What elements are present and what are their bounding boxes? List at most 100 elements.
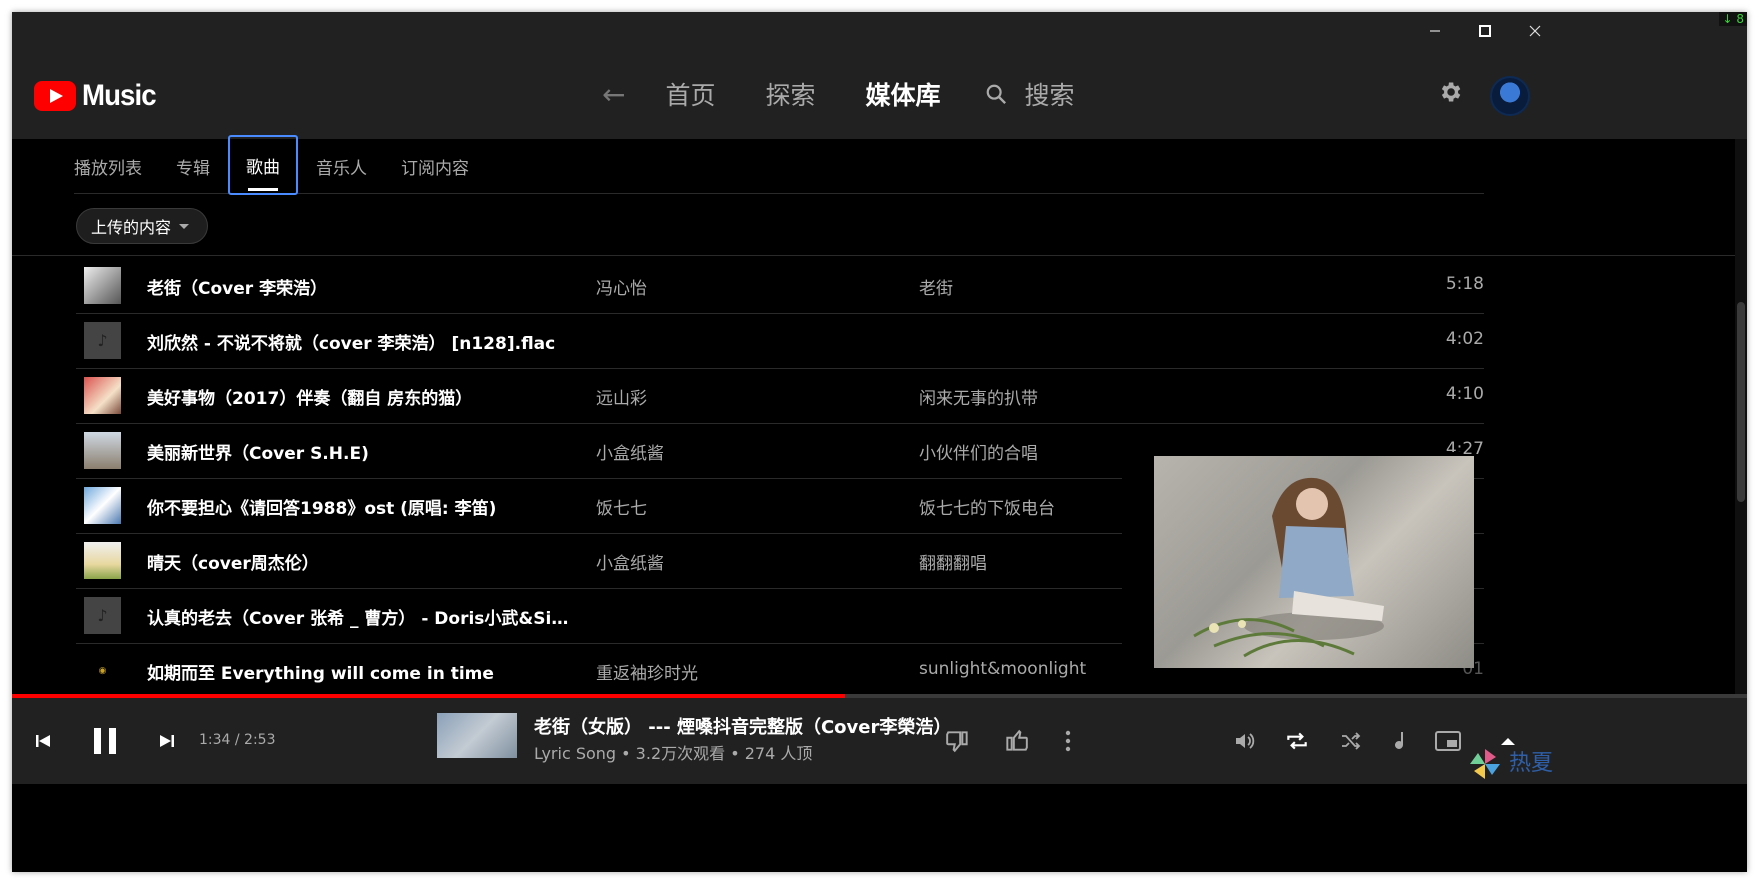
more-vert-icon bbox=[1065, 730, 1071, 752]
song-thumbnail bbox=[84, 487, 121, 524]
song-duration: 5:18 bbox=[1445, 274, 1484, 294]
play-logo-icon bbox=[34, 81, 76, 111]
song-title[interactable]: 认真的老去（Cover 张希 _ 曹方） - Doris小武&Sis晴... bbox=[147, 604, 577, 629]
music-note-icon: ♪ bbox=[84, 322, 121, 359]
song-thumbnail: ◉ bbox=[84, 652, 121, 689]
song-album[interactable]: 饭七七的下饭电台 bbox=[919, 494, 1055, 519]
song-thumbnail bbox=[84, 542, 121, 579]
avatar[interactable] bbox=[1490, 76, 1530, 116]
minimize-button[interactable] bbox=[1412, 12, 1458, 49]
song-row[interactable]: 老街（Cover 李荣浩） 冯心怡 老街 5:18 bbox=[76, 259, 1484, 314]
video-frame bbox=[1154, 456, 1474, 668]
chevron-down-icon bbox=[179, 224, 189, 229]
song-title[interactable]: 老街（Cover 李荣浩） bbox=[147, 274, 327, 299]
song-artist[interactable]: 小盒纸酱 bbox=[596, 439, 664, 464]
mini-player[interactable] bbox=[1122, 452, 1474, 682]
song-album[interactable]: 翻翻翻唱 bbox=[919, 549, 987, 574]
nav-links: ← 首页 探索 媒体库 搜索 bbox=[602, 74, 1125, 114]
song-title[interactable]: 如期而至 Everything will come in time bbox=[147, 659, 494, 684]
previous-button[interactable] bbox=[28, 698, 58, 784]
music-note-icon bbox=[1395, 732, 1403, 749]
tab-albums[interactable]: 专辑 bbox=[176, 139, 210, 193]
thumbs-down-icon bbox=[946, 731, 968, 753]
song-thumbnail bbox=[84, 377, 121, 414]
pinwheel-logo-icon bbox=[1470, 749, 1500, 779]
shuffle-button[interactable] bbox=[1336, 698, 1366, 784]
skip-next-icon bbox=[160, 735, 174, 747]
like-button[interactable] bbox=[1000, 698, 1032, 784]
now-playing-subtitle[interactable]: Lyric Song • 3.2万次观看 • 274 人顶 bbox=[534, 740, 812, 764]
library-tabs: 播放列表 专辑 歌曲 音乐人 订阅内容 bbox=[74, 135, 1484, 195]
skip-previous-icon bbox=[36, 735, 50, 747]
title-bar: ↓ 8 bbox=[12, 12, 1747, 49]
lyrics-button[interactable] bbox=[1386, 698, 1416, 784]
miniplayer-button[interactable] bbox=[1432, 698, 1464, 784]
watermark-text: 热夏 bbox=[1509, 751, 1554, 776]
time-display: 1:34 / 2:53 bbox=[199, 732, 276, 748]
next-button[interactable] bbox=[152, 698, 182, 784]
youtube-music-logo[interactable]: Music bbox=[34, 79, 162, 113]
maximize-button[interactable] bbox=[1462, 12, 1508, 49]
pause-icon bbox=[94, 728, 116, 754]
repeat-icon bbox=[1287, 732, 1307, 750]
gear-icon[interactable] bbox=[1437, 79, 1463, 105]
now-playing-title[interactable]: 老街（女版） --- 煙嗓抖音完整版（Cover李榮浩） bbox=[534, 713, 951, 739]
maximize-icon bbox=[1479, 24, 1491, 37]
app-window: ↓ 8 Music ← 首页 探索 媒体库 搜索 播放列表 专辑 歌曲 音乐人 … bbox=[12, 12, 1747, 872]
volume-button[interactable] bbox=[1230, 698, 1260, 784]
song-duration: 4:02 bbox=[1445, 329, 1484, 349]
thumbs-up-icon bbox=[1006, 729, 1028, 751]
nav-library[interactable]: 媒体库 bbox=[866, 76, 941, 112]
nav-explore[interactable]: 探索 bbox=[765, 76, 815, 112]
tab-playlists[interactable]: 播放列表 bbox=[74, 139, 142, 193]
watermark: 热夏 bbox=[1468, 745, 1553, 781]
tab-underline bbox=[248, 188, 278, 191]
song-album[interactable]: 小伙伴们的合唱 bbox=[919, 439, 1038, 464]
uploads-filter-chip[interactable]: 上传的内容 bbox=[76, 208, 208, 244]
tab-songs[interactable]: 歌曲 bbox=[228, 135, 298, 195]
scrollbar[interactable] bbox=[1735, 139, 1747, 694]
chip-label: 上传的内容 bbox=[91, 218, 172, 237]
scrollbar-thumb[interactable] bbox=[1737, 302, 1745, 502]
repeat-button[interactable] bbox=[1282, 698, 1312, 784]
song-artist[interactable]: 远山彩 bbox=[596, 384, 647, 409]
tray-badge: ↓ 8 bbox=[1719, 12, 1747, 26]
filter-row: 上传的内容 bbox=[12, 194, 1747, 256]
song-title[interactable]: 美丽新世界（Cover S.H.E) bbox=[147, 439, 369, 464]
song-album[interactable]: 闲来无事的扒带 bbox=[919, 384, 1038, 409]
video-frame-image bbox=[1193, 477, 1384, 658]
song-title[interactable]: 美好事物（2017）伴奏（翻自 房东的猫） bbox=[147, 384, 472, 409]
tab-songs-label: 歌曲 bbox=[246, 157, 280, 178]
song-album[interactable]: 老街 bbox=[919, 274, 953, 299]
tab-subscriptions[interactable]: 订阅内容 bbox=[401, 139, 469, 193]
close-icon bbox=[1529, 25, 1541, 36]
song-row[interactable]: ♪ 刘欣然 - 不说不将就（cover 李荣浩） [n128].flac 4:0… bbox=[76, 314, 1484, 369]
song-row[interactable]: 美好事物（2017）伴奏（翻自 房东的猫） 远山彩 闲来无事的扒带 4:10 bbox=[76, 369, 1484, 424]
logo-text: Music bbox=[82, 79, 157, 112]
more-options-button[interactable] bbox=[1058, 698, 1078, 784]
song-title[interactable]: 你不要担心《请回答1988》ost (原唱: 李笛) bbox=[147, 494, 496, 519]
volume-icon bbox=[1236, 733, 1255, 749]
song-duration: 4:10 bbox=[1445, 384, 1484, 404]
pause-button[interactable] bbox=[88, 698, 122, 784]
dislike-button[interactable] bbox=[942, 698, 974, 784]
nav-home[interactable]: 首页 bbox=[665, 76, 715, 112]
top-nav: Music ← 首页 探索 媒体库 搜索 bbox=[12, 49, 1747, 139]
song-artist[interactable]: 小盒纸酱 bbox=[596, 549, 664, 574]
tab-artists[interactable]: 音乐人 bbox=[316, 139, 367, 193]
shuffle-icon bbox=[1342, 732, 1361, 750]
close-button[interactable] bbox=[1512, 12, 1558, 49]
song-artist[interactable]: 饭七七 bbox=[596, 494, 647, 519]
search-icon[interactable] bbox=[985, 83, 1007, 105]
song-title[interactable]: 晴天（cover周杰伦） bbox=[147, 549, 319, 574]
back-arrow-icon[interactable]: ← bbox=[602, 78, 625, 111]
now-playing-thumbnail[interactable] bbox=[437, 713, 517, 758]
minimize-icon bbox=[1430, 29, 1440, 32]
song-title[interactable]: 刘欣然 - 不说不将就（cover 李荣浩） [n128].flac bbox=[147, 329, 555, 354]
song-album[interactable]: sunlight&moonlight bbox=[919, 659, 1086, 679]
song-artist[interactable]: 冯心怡 bbox=[596, 274, 647, 299]
picture-in-picture-icon bbox=[1435, 731, 1461, 751]
nav-search[interactable]: 搜索 bbox=[1025, 76, 1075, 112]
song-artist[interactable]: 重返袖珍时光 bbox=[596, 659, 698, 684]
song-thumbnail bbox=[84, 267, 121, 304]
